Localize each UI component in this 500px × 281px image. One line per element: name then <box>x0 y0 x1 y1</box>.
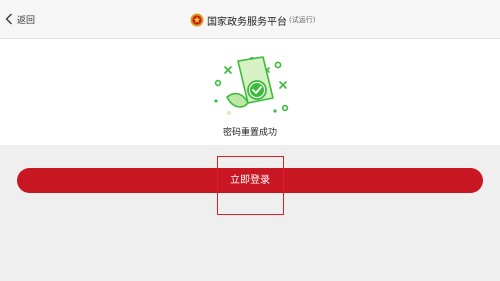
platform-title: 国家政务服务平台 <box>207 16 287 28</box>
result-card: 密码重置成功 <box>0 39 500 145</box>
top-nav-bar: 返回 国家政务服务平台 (试运行) <box>0 0 500 39</box>
password-reset-success-page: 返回 国家政务服务平台 (试运行) 密码重置成功 立即登录 <box>0 0 500 281</box>
national-emblem-icon <box>190 13 204 27</box>
success-message: 密码重置成功 <box>222 128 277 138</box>
document-check-icon <box>214 56 289 116</box>
back-button[interactable]: 返回 <box>5 11 35 27</box>
back-label: 返回 <box>17 15 36 26</box>
login-now-button[interactable]: 立即登录 <box>17 168 483 193</box>
page-title: 国家政务服务平台 (试运行) <box>190 11 315 29</box>
chevron-left-icon <box>5 13 13 25</box>
trial-badge: (试运行) <box>289 16 316 24</box>
